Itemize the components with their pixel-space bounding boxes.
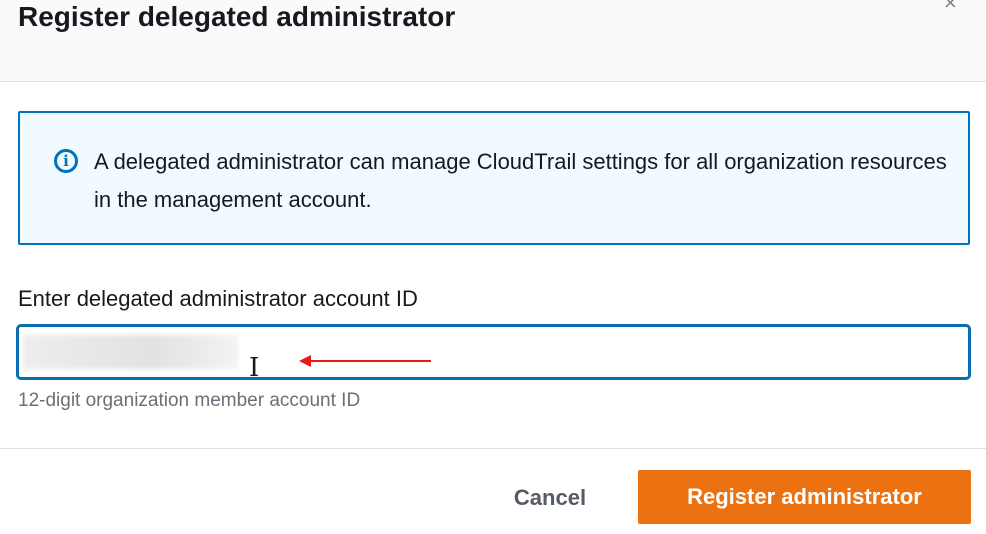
footer-divider: [0, 448, 986, 449]
account-id-input[interactable]: I: [16, 324, 971, 383]
account-id-hint: 12-digit organization member account ID: [18, 390, 361, 411]
dialog-header: Register delegated administrator ×: [0, 0, 986, 82]
info-text: A delegated administrator can manage Clo…: [94, 149, 947, 212]
info-alert: i A delegated administrator can manage C…: [18, 111, 970, 245]
text-cursor-icon: I: [249, 353, 260, 383]
register-administrator-button[interactable]: Register administrator: [638, 470, 971, 524]
red-arrow-annotation: [299, 355, 431, 367]
info-icon: i: [54, 149, 78, 173]
close-icon[interactable]: ×: [944, 0, 957, 14]
cancel-button[interactable]: Cancel: [496, 472, 604, 524]
dialog-title: Register delegated administrator: [18, 1, 456, 32]
redacted-value: [23, 335, 238, 369]
account-id-label: Enter delegated administrator account ID: [18, 286, 418, 311]
